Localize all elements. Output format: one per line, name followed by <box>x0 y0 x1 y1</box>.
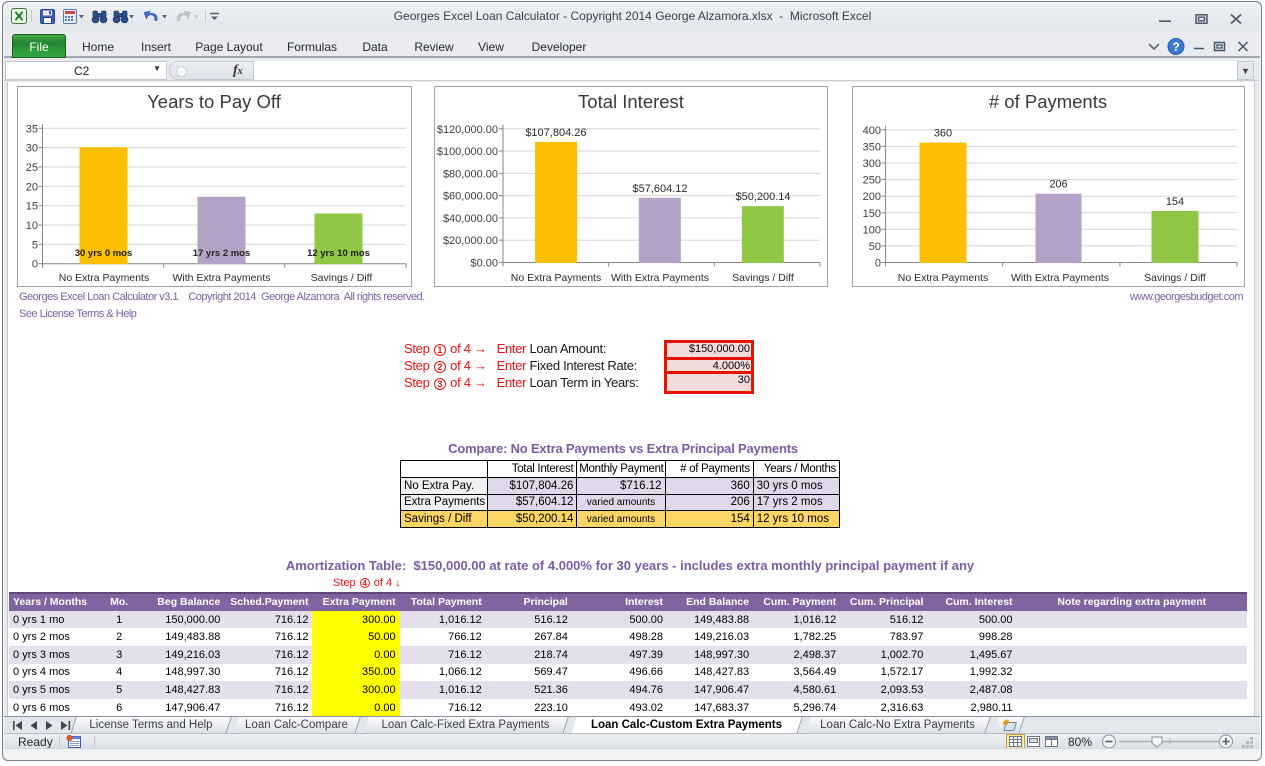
svg-text:No Extra Payments: No Extra Payments <box>59 272 149 284</box>
svg-text:?: ? <box>1172 40 1179 54</box>
svg-text:35: 35 <box>26 123 38 135</box>
svg-text:360: 360 <box>934 128 952 140</box>
svg-text:$120,000.00: $120,000.00 <box>437 124 498 136</box>
svg-text:30 yrs 0 mos: 30 yrs 0 mos <box>75 248 133 259</box>
svg-text:No Extra Payments: No Extra Payments <box>511 272 601 284</box>
svg-text:12 yrs 10 mos: 12 yrs 10 mos <box>307 248 370 259</box>
svg-text:$57,604.12: $57,604.12 <box>632 183 687 195</box>
svg-text:Savings / Diff: Savings / Diff <box>311 272 373 284</box>
svg-text:Savings / Diff: Savings / Diff <box>732 272 794 284</box>
svg-text:150: 150 <box>863 208 881 220</box>
svg-text:5: 5 <box>32 239 38 251</box>
svg-text:0: 0 <box>32 259 38 271</box>
svg-text:Years to Pay Off: Years to Pay Off <box>147 91 282 112</box>
svg-text:15: 15 <box>26 201 38 213</box>
svg-text:No Extra Payments: No Extra Payments <box>898 272 988 284</box>
svg-text:$40,000.00: $40,000.00 <box>443 213 498 225</box>
svg-text:25: 25 <box>26 162 38 174</box>
svg-text:200: 200 <box>863 191 881 203</box>
svg-text:400: 400 <box>863 125 881 137</box>
svg-text:# of Payments: # of Payments <box>989 91 1107 112</box>
svg-text:With Extra Payments: With Extra Payments <box>172 272 270 284</box>
svg-text:$50,200.14: $50,200.14 <box>735 191 790 203</box>
svg-text:300: 300 <box>863 158 881 170</box>
svg-text:0: 0 <box>875 258 881 270</box>
svg-text:Savings / Diff: Savings / Diff <box>1144 272 1206 284</box>
svg-text:$100,000.00: $100,000.00 <box>437 146 498 158</box>
svg-text:10: 10 <box>26 220 38 232</box>
svg-text:350: 350 <box>863 141 881 153</box>
svg-text:$80,000.00: $80,000.00 <box>443 168 498 180</box>
svg-text:50: 50 <box>869 241 881 253</box>
svg-text:$0.00: $0.00 <box>470 258 498 270</box>
svg-text:17 yrs 2 mos: 17 yrs 2 mos <box>193 248 251 259</box>
svg-text:20: 20 <box>26 181 38 193</box>
svg-text:$20,000.00: $20,000.00 <box>443 235 498 247</box>
svg-text:Total Interest: Total Interest <box>578 91 684 112</box>
svg-text:With Extra Payments: With Extra Payments <box>1011 272 1109 284</box>
svg-text:$60,000.00: $60,000.00 <box>443 191 498 203</box>
svg-text:154: 154 <box>1166 196 1184 208</box>
svg-text:30: 30 <box>26 143 38 155</box>
svg-text:$107,804.26: $107,804.26 <box>525 127 586 139</box>
svg-text:206: 206 <box>1049 179 1067 191</box>
svg-text:100: 100 <box>863 224 881 236</box>
svg-text:With Extra Payments: With Extra Payments <box>611 272 709 284</box>
svg-text:250: 250 <box>863 175 881 187</box>
